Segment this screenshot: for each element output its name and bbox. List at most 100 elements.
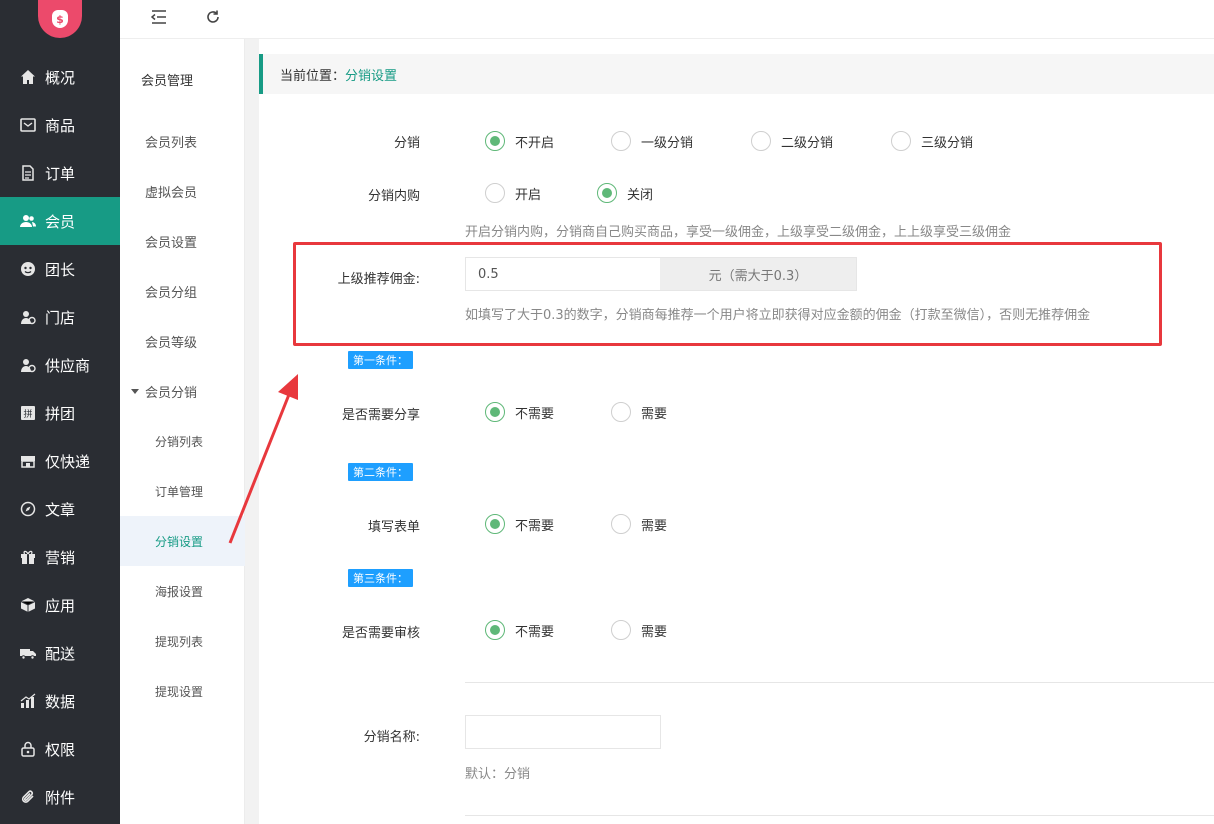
subnav-item-2[interactable]: 会员设置 xyxy=(120,216,245,266)
truck-icon xyxy=(19,645,36,662)
condition1-tag: 第一条件： xyxy=(348,351,413,369)
top-bar xyxy=(120,0,1214,39)
radio-label: 不需要 xyxy=(515,518,555,534)
radio-circle-icon[interactable] xyxy=(611,514,631,534)
collapse-menu-icon[interactable] xyxy=(148,6,170,28)
radio-option[interactable]: 不需要 xyxy=(485,402,554,422)
referral-commission-unit: 元（需大于0.3） xyxy=(660,257,857,291)
subnav-item-1[interactable]: 虚拟会员 xyxy=(120,166,245,216)
sidebar-item-5[interactable]: 门店 xyxy=(0,293,120,341)
radio-circle-icon[interactable] xyxy=(597,183,617,203)
radio-label: 不需要 xyxy=(515,624,555,640)
sidebar-item-7[interactable]: 拼 拼团 xyxy=(0,389,120,437)
subnav-child-4[interactable]: 提现列表 xyxy=(120,616,245,666)
sidebar-item-1[interactable]: 商品 xyxy=(0,101,120,149)
radio-circle-icon[interactable] xyxy=(891,131,911,151)
distribution-name-hint: 默认：分销 xyxy=(465,767,531,782)
radio-option[interactable]: 关闭 xyxy=(597,183,653,203)
compass-icon xyxy=(19,501,36,518)
radio-option[interactable]: 需要 xyxy=(611,402,667,422)
subnav-item-3[interactable]: 会员分组 xyxy=(120,266,245,316)
group-buy-icon: 拼 xyxy=(19,405,36,422)
subnav-child-1[interactable]: 订单管理 xyxy=(120,466,245,516)
logo-money-bag-icon[interactable]: $ xyxy=(38,0,82,38)
sidebar-item-label: 文章 xyxy=(45,500,76,519)
mail-icon xyxy=(19,117,36,134)
radio-option[interactable]: 三级分销 xyxy=(891,131,973,151)
breadcrumb: 当前位置： 分销设置 xyxy=(259,54,1214,94)
box-icon xyxy=(19,597,36,614)
radio-circle-icon[interactable] xyxy=(485,620,505,640)
radio-option[interactable]: 需要 xyxy=(611,620,667,640)
radio-option[interactable]: 开启 xyxy=(485,183,541,203)
radio-label: 需要 xyxy=(641,406,668,422)
radio-label: 不需要 xyxy=(515,406,555,422)
store-icon xyxy=(19,309,36,326)
radio-option[interactable]: 不需要 xyxy=(485,514,554,534)
radio-circle-icon[interactable] xyxy=(485,402,505,422)
sub-navigation: 会员管理 会员列表 虚拟会员 会员设置 会员分组 会员等级 会员分销 分销列表 订单管理 分销设… xyxy=(120,39,245,824)
sidebar-item-14[interactable]: 权限 xyxy=(0,725,120,773)
sidebar-item-label: 数据 xyxy=(45,692,76,711)
radio-option[interactable]: 不需要 xyxy=(485,620,554,640)
radio-circle-icon[interactable] xyxy=(611,131,631,151)
sidebar-item-label: 供应商 xyxy=(45,356,91,375)
lock-icon xyxy=(19,741,36,758)
paperclip-icon xyxy=(19,789,36,806)
radio-circle-icon[interactable] xyxy=(611,620,631,640)
distribution-name-input[interactable] xyxy=(465,715,661,749)
radio-circle-icon[interactable] xyxy=(751,131,771,151)
radio-circle-icon[interactable] xyxy=(485,514,505,534)
refresh-icon[interactable] xyxy=(202,6,224,28)
radio-option[interactable]: 二级分销 xyxy=(751,131,833,151)
chart-icon xyxy=(19,693,36,710)
sidebar-item-label: 应用 xyxy=(45,596,76,615)
radio-option[interactable]: 不开启 xyxy=(485,131,554,151)
sidebar-item-3[interactable]: 会员 xyxy=(0,197,120,245)
condition2-label: 填写表单 xyxy=(367,520,420,535)
radio-option[interactable]: 需要 xyxy=(611,514,667,534)
sidebar-item-label: 门店 xyxy=(45,308,76,327)
sidebar-item-6[interactable]: 供应商 xyxy=(0,341,120,389)
sidebar-item-4[interactable]: 团长 xyxy=(0,245,120,293)
radio-circle-icon[interactable] xyxy=(485,131,505,151)
condition3-label: 是否需要审核 xyxy=(341,626,420,641)
subnav-child-3[interactable]: 海报设置 xyxy=(120,566,245,616)
caret-down-icon xyxy=(131,388,139,394)
subnav-child-0[interactable]: 分销列表 xyxy=(120,416,245,466)
radio-circle-icon[interactable] xyxy=(485,183,505,203)
sidebar-item-2[interactable]: 订单 xyxy=(0,149,120,197)
users-icon xyxy=(19,213,36,230)
express-icon xyxy=(19,453,36,470)
sidebar-item-15[interactable]: 附件 xyxy=(0,773,120,821)
radio-label: 需要 xyxy=(641,624,668,640)
subnav-item-0[interactable]: 会员列表 xyxy=(120,116,245,166)
radio-circle-icon[interactable] xyxy=(611,402,631,422)
sidebar-item-8[interactable]: 仅快递 xyxy=(0,437,120,485)
radio-label: 二级分销 xyxy=(781,135,834,151)
sidebar-item-10[interactable]: 营销 xyxy=(0,533,120,581)
radio-label: 不开启 xyxy=(515,135,555,151)
sidebar-item-label: 权限 xyxy=(45,740,76,759)
radio-option[interactable]: 一级分销 xyxy=(611,131,693,151)
sidebar-item-9[interactable]: 文章 xyxy=(0,485,120,533)
main-sidebar: $ 概况 商品订单会员团长门店供应商拼 拼团仅快递文章营销应用配送数据权限附件 xyxy=(0,0,120,824)
referral-commission-input[interactable]: 0.5 xyxy=(465,257,661,291)
subnav-child-5[interactable]: 提现设置 xyxy=(120,666,245,716)
breadcrumb-current[interactable]: 分销设置 xyxy=(345,65,397,84)
subnav-group[interactable]: 会员分销 xyxy=(120,366,245,416)
main-content: 当前位置： 分销设置 xyxy=(259,39,1214,824)
sidebar-item-label: 拼团 xyxy=(45,404,76,423)
sidebar-item-label: 团长 xyxy=(45,260,76,279)
subnav-child-2[interactable]: 分销设置 xyxy=(120,516,245,566)
sidebar-item-13[interactable]: 数据 xyxy=(0,677,120,725)
svg-text:拼: 拼 xyxy=(23,408,32,420)
referral-commission-hint: 如填写了大于0.3的数字，分销商每推荐一个用户将立即获得对应金额的佣金（打款至微… xyxy=(465,308,1091,323)
condition2-tag: 第二条件： xyxy=(348,463,413,481)
sidebar-item-label: 订单 xyxy=(45,164,76,183)
sidebar-item-0[interactable]: 概况 xyxy=(0,53,120,101)
sidebar-item-11[interactable]: 应用 xyxy=(0,581,120,629)
subnav-group-label: 会员分销 xyxy=(145,385,198,401)
subnav-item-4[interactable]: 会员等级 xyxy=(120,316,245,366)
sidebar-item-12[interactable]: 配送 xyxy=(0,629,120,677)
